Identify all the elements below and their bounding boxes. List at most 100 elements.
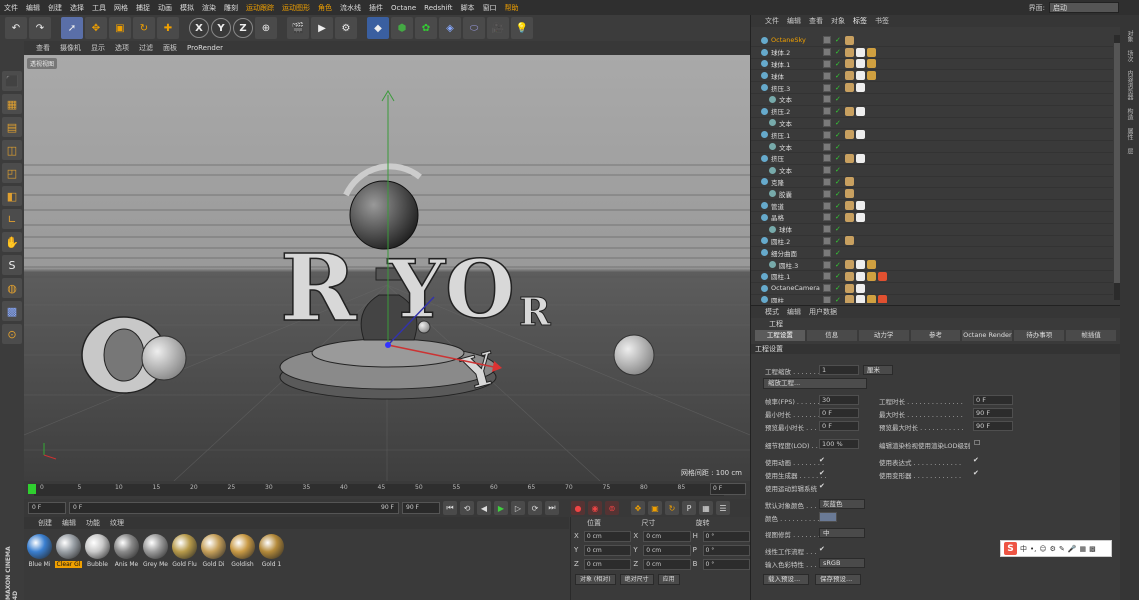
material-preview[interactable] [85,534,110,559]
viewport-menu-item[interactable]: 查看 [36,43,50,53]
record-icon[interactable]: ● [571,501,585,515]
material-preview[interactable] [172,534,197,559]
object-name[interactable]: OctaneSky [771,36,806,44]
enable-check-icon[interactable]: ✓ [835,131,841,139]
shirt-icon[interactable]: ▦ [1080,545,1087,553]
visibility-toggle[interactable] [823,118,831,127]
object-name[interactable]: 挤压.3 [771,83,790,93]
object-name[interactable]: 挤压 [771,153,784,163]
rotation-field[interactable]: 0 ° [702,544,750,556]
visibility-toggle[interactable] [823,177,831,186]
attribute-tab[interactable]: 动力学 [858,330,909,341]
size-field[interactable]: 0 cm [643,558,691,570]
object-row[interactable]: 圆柱.1 ✓ [751,271,1113,283]
light-icon[interactable]: 💡 [511,17,533,39]
object-row[interactable]: 挤压.2 ✓ [751,106,1113,118]
object-menu-item[interactable]: 书签 [875,16,889,26]
viewport-menu-item[interactable]: 选项 [115,43,129,53]
material-swatch[interactable]: Blue Mi [26,534,53,568]
input-color-dropdown[interactable]: sRGB [819,558,865,568]
visibility-toggle[interactable] [823,225,831,234]
viewport-menu-item[interactable]: 过滤 [139,43,153,53]
enable-check-icon[interactable]: ✓ [835,190,841,198]
object-row[interactable]: 球体 ✓ [751,224,1113,236]
visibility-toggle[interactable] [823,260,831,269]
enable-check-icon[interactable]: ✓ [835,296,841,303]
visibility-toggle[interactable] [823,295,831,303]
object-name[interactable]: 胶囊 [779,189,792,199]
object-tag-icon[interactable] [856,106,865,116]
object-tag-icon[interactable] [856,153,865,163]
motion-system-checkbox[interactable]: ✔ [819,482,825,490]
pla-key-icon[interactable]: ▦ [699,501,713,515]
keyframe-select-icon[interactable]: ⊚ [605,501,619,515]
rotate-icon[interactable]: ↻ [133,17,155,39]
menu-item[interactable]: 运动图形 [282,3,310,13]
enable-check-icon[interactable]: ✓ [835,95,841,103]
scale-field[interactable]: 1 [819,365,859,375]
dock-tab[interactable]: 层 [1125,148,1134,154]
visibility-toggle[interactable] [823,154,831,163]
cube-icon[interactable]: ◆ [367,17,389,39]
object-row[interactable]: 管道 ✓ [751,200,1113,212]
position-field[interactable]: 0 cm [583,544,632,556]
object-name[interactable]: 挤压.2 [771,106,790,116]
menu-item[interactable]: 角色 [318,3,332,13]
object-tag-icon[interactable] [867,271,876,281]
visibility-toggle[interactable] [823,272,831,281]
object-tag-icon[interactable] [845,236,854,246]
material-preview[interactable] [230,534,255,559]
lod-field[interactable]: 100 % [819,439,859,449]
scale-key-icon[interactable]: ▣ [648,501,662,515]
object-name[interactable]: 圆柱.1 [771,271,790,281]
attribute-tab[interactable]: 参考 [910,330,961,341]
material-menu-item[interactable]: 创建 [38,518,52,528]
attribute-tab[interactable]: 信息 [806,330,857,341]
object-row[interactable]: 圆柱.2 ✓ [751,236,1113,248]
y-axis-icon[interactable]: Y [211,18,231,38]
material-menu-item[interactable]: 纹理 [110,518,124,528]
rotation-field[interactable]: 0 ° [702,558,750,570]
use-deformers-checkbox[interactable]: ✔ [973,469,979,477]
object-tag-icon[interactable] [856,271,865,281]
material-preview[interactable] [201,534,226,559]
save-preset-button[interactable]: 保存预设... [815,574,861,585]
dock-tab[interactable]: 属性 [1125,128,1134,140]
timeline-end-field[interactable]: 0 F [710,483,746,495]
material-preview[interactable] [27,534,52,559]
menu-item[interactable]: 文件 [4,3,18,13]
enable-check-icon[interactable]: ✓ [835,202,841,210]
object-name[interactable]: 球体.2 [771,47,790,57]
object-name[interactable]: 球体 [771,71,784,81]
object-name[interactable]: OctaneCamera [771,284,820,292]
object-tag-icon[interactable] [845,295,854,303]
use-animation-checkbox[interactable]: ✔ [819,456,825,464]
goto-end-icon[interactable]: ⏭ [545,501,559,515]
workplane-lock-icon[interactable]: ▩ [2,301,22,321]
object-name[interactable]: 球体 [779,224,792,234]
start-frame-field[interactable]: 0 F [28,502,66,514]
object-menu-item[interactable]: 文件 [765,16,779,26]
object-tag-icon[interactable] [856,59,865,69]
current-frame-slider[interactable]: 0 F 90 F [69,502,399,514]
min-time-field[interactable]: 0 F [819,408,859,418]
next-frame-icon[interactable]: ▷ [511,501,525,515]
auto-key-icon[interactable]: ◉ [588,501,602,515]
sogou-logo-icon[interactable]: S [1004,542,1017,555]
enable-check-icon[interactable]: ✓ [835,143,841,151]
visibility-toggle[interactable] [823,236,831,245]
object-row[interactable]: 文本 ✓ [751,141,1113,153]
attribute-menu-item[interactable]: 编辑 [787,307,801,317]
attribute-tab[interactable]: Octane Render [962,330,1013,341]
object-name[interactable]: 挤压.1 [771,130,790,140]
default-color-dropdown[interactable]: 灰蓝色 [819,499,865,509]
visibility-toggle[interactable] [823,83,831,92]
visibility-toggle[interactable] [823,201,831,210]
menu-item[interactable]: 窗口 [483,3,497,13]
dock-tab[interactable]: 内容浏览器 [1125,70,1134,100]
material-menu-item[interactable]: 功能 [86,518,100,528]
apply-button[interactable]: 应用 [657,574,680,585]
add-icon[interactable]: ✚ [157,17,179,39]
enable-check-icon[interactable]: ✓ [835,249,841,257]
object-row[interactable]: 克隆 ✓ [751,177,1113,189]
